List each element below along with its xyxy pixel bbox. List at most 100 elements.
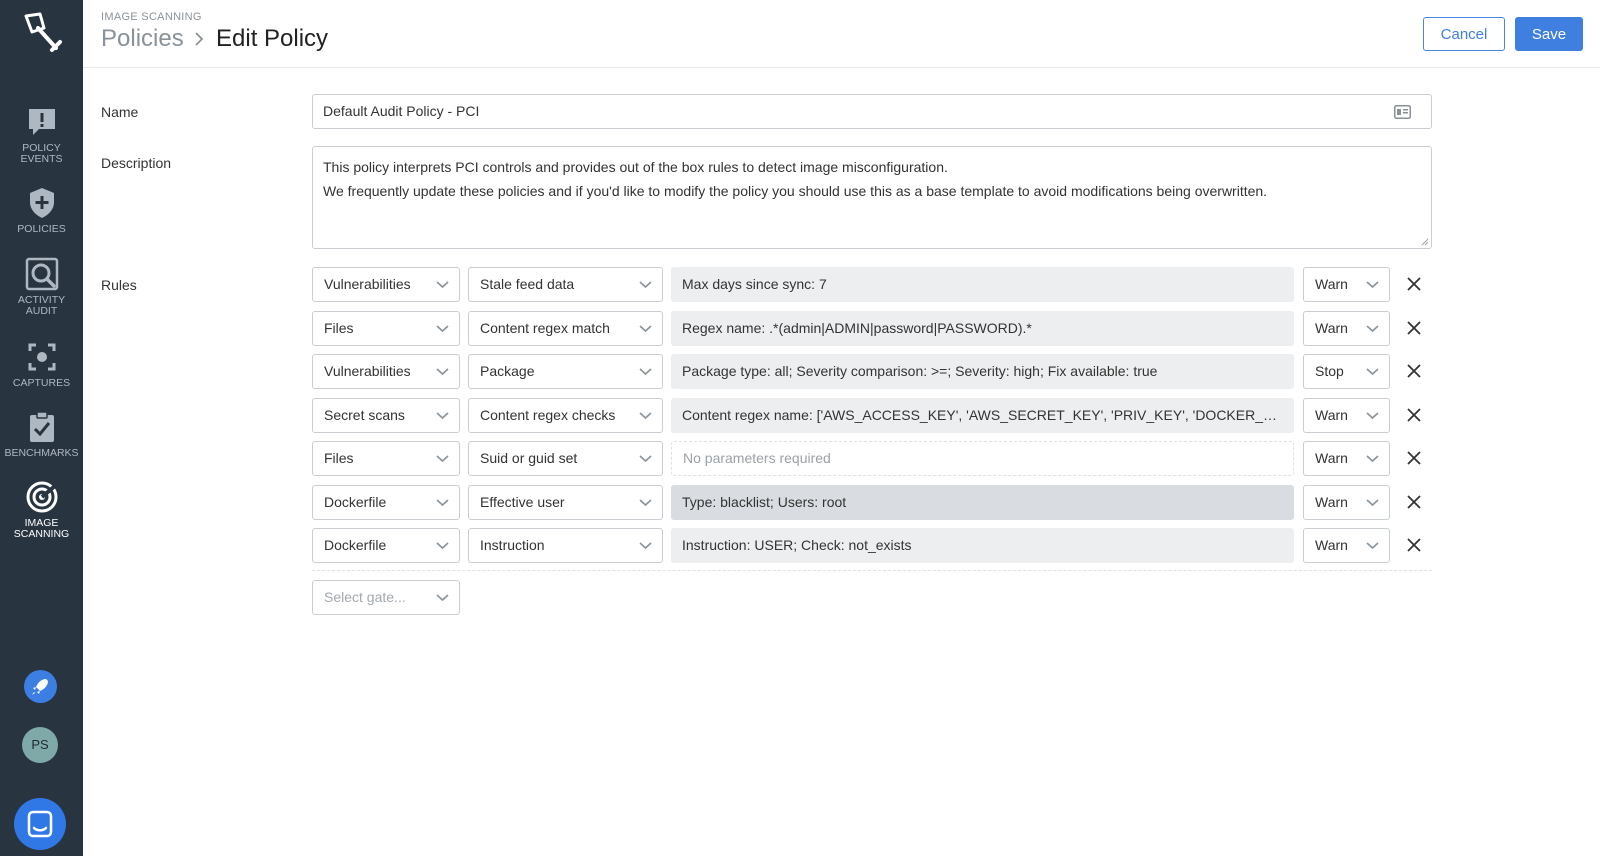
action-value: Warn (1315, 537, 1348, 553)
select-gate-placeholder: Select gate... (324, 589, 406, 605)
rocket-button[interactable] (24, 670, 57, 703)
rules-divider (312, 570, 1432, 571)
chat-launcher-button[interactable] (14, 798, 66, 850)
description-textarea[interactable]: This policy interprets PCI controls and … (312, 146, 1432, 249)
nav-label: IMAGE SCANNING (13, 517, 70, 540)
rule-parameters-field[interactable]: Content regex name: ['AWS_ACCESS_KEY', '… (671, 397, 1294, 433)
trigger-select[interactable]: Content regex checks (468, 397, 663, 433)
chevron-down-icon (639, 368, 652, 376)
description-label: Description (101, 155, 172, 171)
chevron-down-icon (436, 281, 449, 289)
shovel-logo-icon[interactable] (18, 10, 64, 56)
remove-rule-close-icon[interactable] (1405, 493, 1423, 511)
action-value: Warn (1315, 493, 1348, 510)
gate-select[interactable]: Files (312, 310, 460, 346)
parameters-value: No parameters required (683, 450, 831, 466)
contact-card-icon[interactable] (1394, 105, 1411, 119)
chevron-down-icon (436, 411, 449, 419)
rules-label: Rules (101, 277, 137, 293)
nav-label: POLICY EVENTS (20, 142, 63, 165)
chevron-down-icon (639, 281, 652, 289)
nav-label: BENCHMARKS (4, 447, 79, 459)
rule-parameters-field[interactable]: Type: blacklist; Users: root (671, 484, 1294, 520)
rule-parameters-field[interactable]: No parameters required (671, 441, 1294, 476)
nav-item-image-scanning[interactable]: IMAGE SCANNING (0, 480, 83, 540)
action-select[interactable]: Warn (1303, 267, 1390, 302)
gate-select[interactable]: Dockerfile (312, 484, 460, 520)
nav-item-captures[interactable]: CAPTURES (0, 340, 83, 389)
gate-select[interactable]: Vulnerabilities (312, 354, 460, 389)
remove-rule-close-icon[interactable] (1405, 536, 1423, 554)
gate-value: Files (324, 319, 354, 336)
rule-parameters-field[interactable]: Max days since sync: 7 (671, 267, 1294, 302)
chevron-right-icon (195, 32, 204, 46)
chevron-down-icon (1366, 455, 1379, 463)
chevron-down-icon (639, 498, 652, 506)
chevron-down-icon (436, 324, 449, 332)
capture-focus-icon (28, 343, 55, 371)
rule-parameters-field[interactable]: Instruction: USER; Check: not_exists (671, 528, 1294, 563)
trigger-select[interactable]: Instruction (468, 528, 663, 563)
gate-select[interactable]: Vulnerabilities (312, 267, 460, 302)
save-button[interactable]: Save (1515, 17, 1583, 51)
name-input[interactable]: Default Audit Policy - PCI (312, 94, 1432, 129)
nav-item-activity-audit[interactable]: ACTIVITY AUDIT (0, 257, 83, 317)
description-line: This policy interprets PCI controls and … (323, 159, 948, 175)
trigger-value: Content regex match (480, 319, 610, 336)
shield-plus-icon (29, 188, 54, 218)
rocket-icon (32, 679, 48, 695)
parameters-value: Package type: all; Severity comparison: … (682, 363, 1158, 379)
action-select[interactable]: Warn (1303, 528, 1390, 563)
action-value: Stop (1315, 363, 1344, 379)
nav-item-benchmarks[interactable]: BENCHMARKS (0, 410, 83, 459)
action-value: Warn (1315, 276, 1348, 292)
cancel-button[interactable]: Cancel (1423, 17, 1505, 51)
nav-item-policies[interactable]: POLICIES (0, 186, 83, 235)
chevron-down-icon (639, 455, 652, 463)
gate-select[interactable]: Files (312, 441, 460, 476)
rule-parameters-field[interactable]: Regex name: .*(admin|ADMIN|password|PASS… (671, 310, 1294, 346)
select-gate-dropdown[interactable]: Select gate... (312, 580, 460, 615)
trigger-select[interactable]: Effective user (468, 484, 663, 520)
gate-value: Vulnerabilities (324, 276, 411, 292)
gate-select[interactable]: Secret scans (312, 397, 460, 433)
action-select[interactable]: Warn (1303, 397, 1390, 433)
trigger-select[interactable]: Content regex match (468, 310, 663, 346)
scan-target-icon (26, 481, 57, 513)
action-select[interactable]: Warn (1303, 484, 1390, 520)
remove-rule-close-icon[interactable] (1405, 449, 1423, 467)
action-value: Warn (1315, 319, 1348, 336)
avatar[interactable]: PS (22, 727, 58, 763)
rule-parameters-field[interactable]: Package type: all; Severity comparison: … (671, 354, 1294, 389)
name-value: Default Audit Policy - PCI (323, 103, 480, 119)
action-select[interactable]: Warn (1303, 310, 1390, 346)
remove-rule-close-icon[interactable] (1405, 406, 1423, 424)
parameters-value: Max days since sync: 7 (682, 276, 827, 292)
name-label: Name (101, 104, 139, 120)
remove-rule-close-icon[interactable] (1405, 362, 1423, 380)
remove-rule-close-icon[interactable] (1405, 319, 1423, 337)
trigger-select[interactable]: Suid or guid set (468, 441, 663, 476)
action-select[interactable]: Stop (1303, 354, 1390, 389)
chevron-down-icon (639, 324, 652, 332)
chevron-down-icon (436, 542, 449, 550)
gate-select[interactable]: Dockerfile (312, 528, 460, 563)
resize-grip-icon[interactable] (1421, 238, 1429, 246)
nav-item-policy-events[interactable]: POLICY EVENTS (0, 105, 83, 165)
remove-rule-close-icon[interactable] (1405, 275, 1423, 293)
chevron-down-icon (1366, 324, 1379, 332)
action-select[interactable]: Warn (1303, 441, 1390, 476)
action-value: Warn (1315, 450, 1348, 466)
gate-value: Secret scans (324, 406, 405, 423)
breadcrumb-policies-link[interactable]: Policies (101, 25, 184, 53)
chat-icon (27, 810, 53, 838)
chevron-down-icon (436, 368, 449, 376)
chevron-down-icon (639, 411, 652, 419)
trigger-value: Content regex checks (480, 406, 616, 423)
nav-label: ACTIVITY AUDIT (17, 294, 66, 317)
gate-value: Dockerfile (324, 493, 387, 510)
page-title: Edit Policy (216, 25, 329, 52)
trigger-select[interactable]: Stale feed data (468, 267, 663, 302)
chevron-down-icon (436, 455, 449, 463)
trigger-select[interactable]: Package (468, 354, 663, 389)
